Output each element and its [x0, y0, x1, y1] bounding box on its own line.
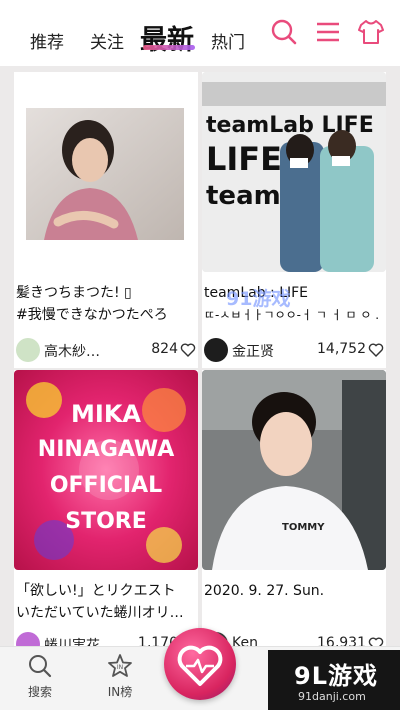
post-card[interactable]: teamLab LIFE LIFE team teamLab : LIFE ㄸ-… [202, 72, 386, 368]
post-image[interactable]: TOMMY [202, 370, 386, 570]
post-meta: 金正贤 14,752 [202, 338, 386, 364]
image-text: STORE [65, 509, 147, 534]
search-icon [29, 655, 52, 678]
active-tab-indicator [143, 45, 195, 50]
post-image[interactable]: teamLab LIFE LIFE team [202, 72, 386, 272]
watermark-overlay: 91游戏 [226, 288, 291, 310]
svg-text:IN: IN [117, 664, 123, 671]
avatar[interactable] [16, 338, 40, 362]
post-username[interactable]: 蜷川実花 [44, 635, 100, 646]
post-username[interactable]: 金正贤 [232, 341, 274, 361]
post-card[interactable]: TOMMY 2020. 9. 27. Sun. Ken 16,931 [202, 370, 386, 646]
nav-search[interactable]: 搜索 [10, 653, 70, 700]
post-card[interactable]: MIKA NINAGAWA OFFICIAL STORE 「欲しい!」とリクエス… [14, 370, 198, 646]
avatar[interactable] [204, 338, 228, 362]
tab-hot[interactable]: 热门 [211, 28, 245, 53]
post-caption-line2: #我慢できなかつたぺろ [16, 307, 168, 323]
watermark-logo: 9L游戏 [294, 662, 378, 690]
tab-recommend[interactable]: 推荐 [30, 28, 64, 53]
post-username[interactable]: 高木紗… [44, 341, 100, 361]
heart-icon[interactable] [180, 342, 196, 358]
post-caption-line2: いただいていた蜷川オリ… [16, 605, 184, 621]
like-count: 14,752 [317, 341, 366, 357]
top-bar: 推荐 关注 最新 热门 [0, 0, 400, 66]
post-card[interactable]: 髪きつちまつた! ▯ #我慢できなかつたぺろ 高木紗… 824 [14, 72, 198, 368]
image-text: OFFICIAL [50, 473, 162, 498]
image-text: MIKA [71, 400, 141, 428]
tab-following[interactable]: 关注 [90, 28, 124, 53]
nav-in-rank-label: IN榜 [107, 685, 133, 699]
tab-latest[interactable]: 最新 [140, 18, 194, 57]
avatar[interactable] [16, 632, 40, 646]
image-text: NINAGAWA [38, 437, 174, 462]
post-image[interactable] [14, 72, 198, 272]
star-icon: IN [108, 654, 132, 677]
heart-icon[interactable] [368, 342, 384, 358]
feed-grid[interactable]: 髪きつちまつた! ▯ #我慢できなかつたぺろ 高木紗… 824 teamLab … [0, 66, 400, 646]
heart-logo-icon [177, 645, 223, 686]
image-text: TOMMY [282, 522, 325, 533]
like-count: 824 [151, 341, 178, 357]
post-meta: 高木紗… 824 [14, 338, 198, 364]
post-caption-line1: 「欲しい!」とリクエスト [16, 583, 176, 599]
center-heart-button[interactable] [164, 628, 236, 700]
post-caption-line1: 2020. 9. 27. Sun. [204, 583, 325, 599]
nav-in-rank[interactable]: IN IN榜 [90, 653, 150, 700]
image-text: team [206, 181, 281, 211]
watermark-url: 91danji.com [298, 690, 366, 703]
like-count: 16,931 [317, 635, 366, 646]
post-caption-line1: 髪きつちまつた! ▯ [16, 285, 132, 301]
heart-icon[interactable] [368, 636, 384, 646]
post-image[interactable]: MIKA NINAGAWA OFFICIAL STORE [14, 370, 198, 570]
nav-search-label: 搜索 [27, 685, 52, 699]
shirt-icon[interactable] [357, 18, 385, 46]
menu-icon[interactable] [314, 18, 342, 46]
search-icon[interactable] [270, 18, 298, 46]
image-text: LIFE [206, 140, 282, 178]
site-watermark: 9L游戏 91danji.com [268, 650, 400, 710]
